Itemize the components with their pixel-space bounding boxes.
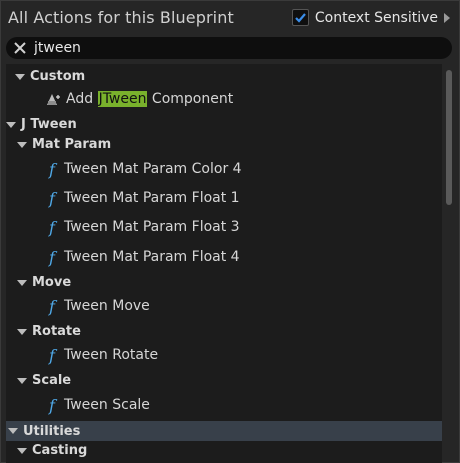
category-label: Mat Param <box>32 137 112 152</box>
expand-arrow-icon[interactable] <box>17 447 27 454</box>
item-label: Tween Move <box>64 298 150 314</box>
scrollbar-thumb[interactable] <box>446 70 452 205</box>
function-icon: f <box>49 188 55 208</box>
add-component-icon <box>47 94 60 105</box>
category-rotate[interactable]: Rotate <box>6 322 442 341</box>
tree-item-tween-mat-param-float-4[interactable]: f Tween Mat Param Float 4 <box>6 246 442 268</box>
context-sensitive-toggle[interactable]: Context Sensitive <box>291 9 450 26</box>
expand-arrow-icon[interactable] <box>17 377 27 384</box>
header: All Actions for this Blueprint Context S… <box>0 0 460 36</box>
function-icon: f <box>49 159 55 179</box>
context-sensitive-checkbox[interactable] <box>291 9 309 26</box>
category-move[interactable]: Move <box>6 273 442 292</box>
item-label: Tween Mat Param Color 4 <box>64 161 242 177</box>
function-icon: f <box>49 395 55 415</box>
category-jtween[interactable]: J Tween <box>6 115 442 134</box>
item-label: Tween Scale <box>64 397 150 413</box>
category-scale[interactable]: Scale <box>6 371 442 390</box>
function-icon: f <box>49 247 55 267</box>
function-icon: f <box>49 296 55 316</box>
category-utilities[interactable]: Utilities <box>6 421 442 441</box>
tree-item-add-jtween-component[interactable]: Add JTween Component <box>6 88 442 110</box>
category-label: J Tween <box>21 117 77 132</box>
item-label: Tween Mat Param Float 1 <box>64 190 240 206</box>
category-label: Move <box>32 275 72 290</box>
expand-arrow-icon[interactable] <box>17 279 27 286</box>
tree-item-tween-scale[interactable]: f Tween Scale <box>6 394 442 416</box>
function-icon: f <box>49 217 55 237</box>
category-mat-param[interactable]: Mat Param <box>6 135 442 154</box>
menu-title: All Actions for this Blueprint <box>8 8 234 27</box>
chevron-right-icon[interactable] <box>444 12 450 23</box>
checkmark-icon <box>295 13 306 23</box>
function-icon: f <box>49 345 55 365</box>
context-sensitive-label: Context Sensitive <box>314 9 438 26</box>
expand-arrow-icon[interactable] <box>8 428 18 434</box>
category-label: Casting <box>32 443 88 458</box>
category-label: Utilities <box>23 423 81 439</box>
item-label-suffix: Component <box>147 91 234 107</box>
item-label: Tween Mat Param Float 3 <box>64 219 240 235</box>
expand-arrow-icon[interactable] <box>6 121 16 128</box>
search-input[interactable] <box>34 39 434 57</box>
search-match-highlight: JTween <box>97 91 148 107</box>
expand-arrow-icon[interactable] <box>15 73 25 80</box>
action-tree: Custom Add JTween Component J Tween Mat … <box>6 64 442 463</box>
close-icon[interactable] <box>13 41 27 55</box>
tree-item-tween-mat-param-float-3[interactable]: f Tween Mat Param Float 3 <box>6 216 442 238</box>
expand-arrow-icon[interactable] <box>17 141 27 148</box>
item-label-prefix: Add <box>66 91 98 107</box>
tree-item-tween-mat-param-color-4[interactable]: f Tween Mat Param Color 4 <box>6 158 442 180</box>
item-label: Tween Mat Param Float 4 <box>64 249 240 265</box>
category-custom[interactable]: Custom <box>6 67 442 86</box>
item-label: Tween Rotate <box>64 347 159 363</box>
category-label: Scale <box>32 373 72 388</box>
tree-item-tween-mat-param-float-1[interactable]: f Tween Mat Param Float 1 <box>6 187 442 209</box>
tree-item-tween-move[interactable]: f Tween Move <box>6 295 442 317</box>
expand-arrow-icon[interactable] <box>17 328 27 335</box>
search-bar <box>6 37 452 59</box>
category-casting[interactable]: Casting <box>6 441 442 460</box>
category-label: Rotate <box>32 324 81 339</box>
category-label: Custom <box>30 69 86 84</box>
tree-item-tween-rotate[interactable]: f Tween Rotate <box>6 344 442 366</box>
